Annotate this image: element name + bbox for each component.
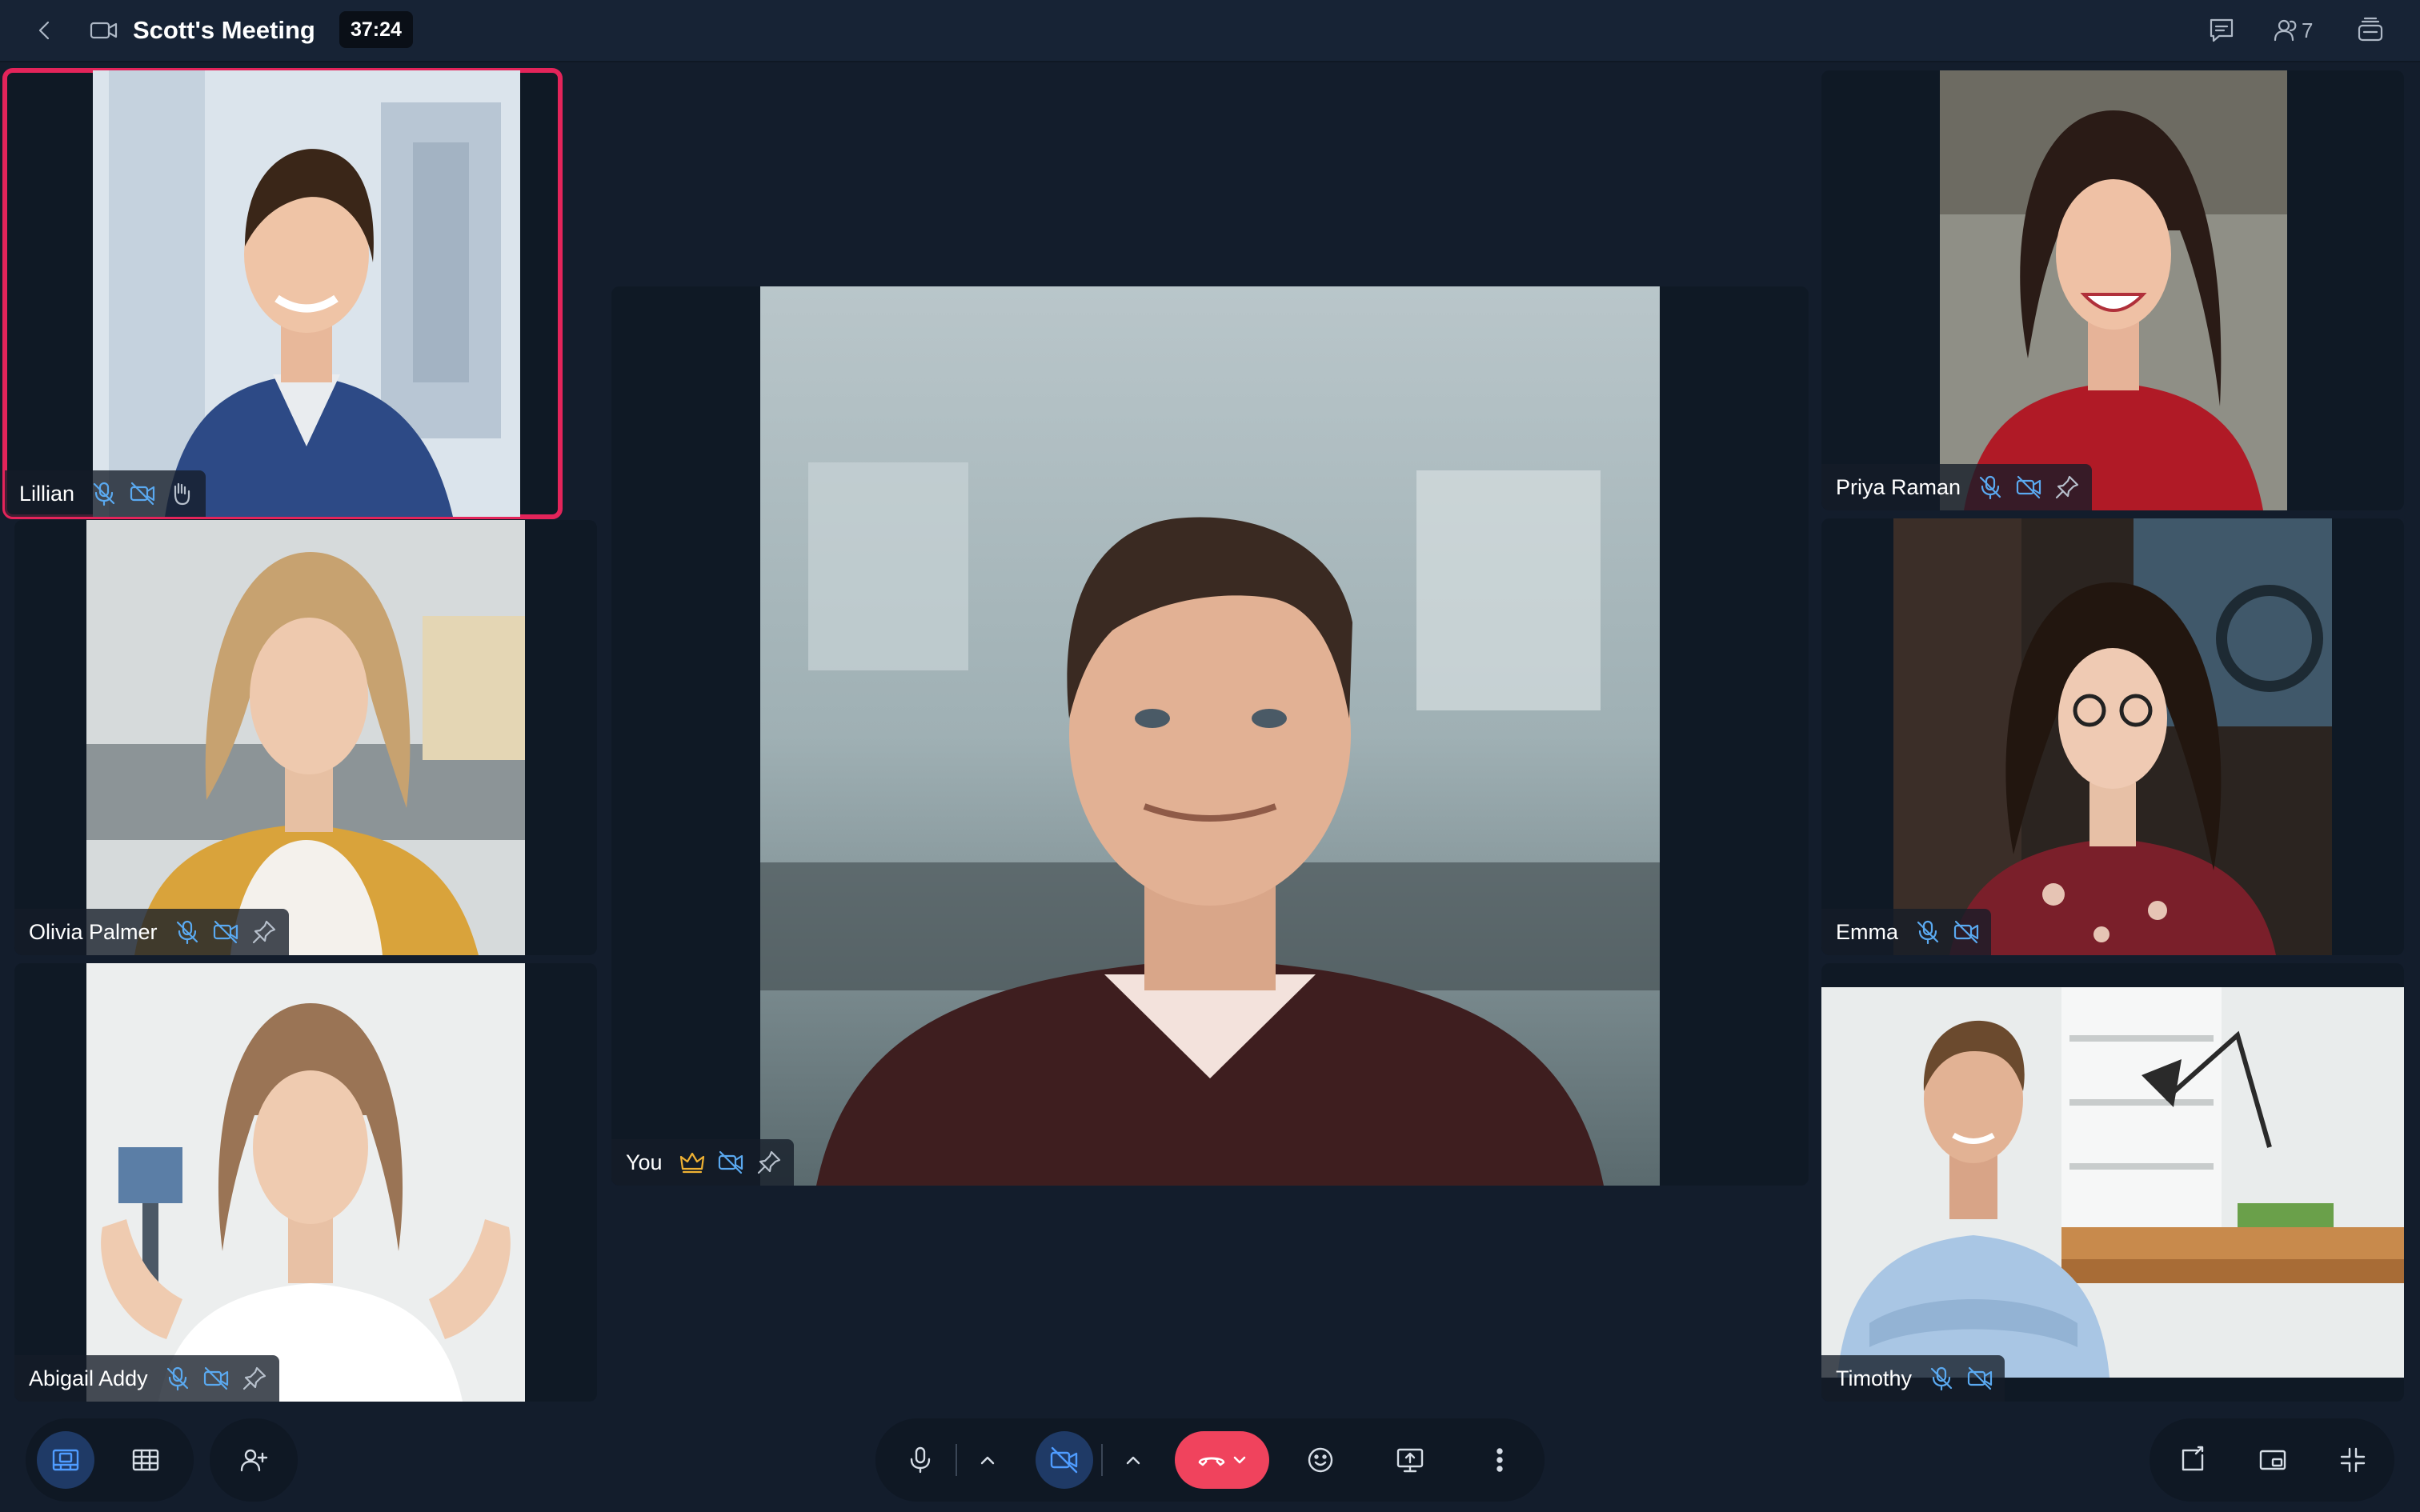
end-call-button[interactable] — [1175, 1431, 1269, 1489]
layers-icon — [2358, 17, 2383, 42]
participant-name: You — [626, 1150, 663, 1174]
participant-video — [1821, 987, 2404, 1378]
view-controls — [26, 1418, 194, 1502]
meeting-controls-bar — [0, 1408, 2420, 1512]
back-button[interactable] — [29, 14, 61, 46]
video-off-icon — [717, 1149, 744, 1176]
video-off-icon — [212, 918, 239, 946]
mic-muted-icon — [164, 1365, 191, 1392]
crown-icon — [679, 1149, 706, 1176]
microphone-button[interactable] — [891, 1431, 949, 1489]
meeting-header: Scott's Meeting 37:24 7 — [0, 0, 2420, 62]
participant-nameplate: Priya Raman — [1821, 464, 2093, 510]
end-call-icon — [1198, 1457, 1225, 1466]
pop-out-icon — [2182, 1446, 2204, 1471]
participant-tile-priya-raman[interactable]: Priya Raman — [1821, 70, 2404, 510]
mic-muted-icon — [90, 480, 118, 507]
participant-nameplate: Emma — [1821, 909, 1992, 955]
chevron-left-icon — [38, 21, 50, 40]
end-call-options-chevron-icon — [1233, 1456, 1246, 1464]
video-off-icon — [1966, 1365, 1993, 1392]
participant-tile-lillian[interactable]: Lillian — [2, 68, 563, 519]
participant-video — [1940, 70, 2287, 510]
mic-muted-icon — [1977, 474, 2004, 501]
video-camera-icon — [88, 16, 120, 45]
layers-button[interactable] — [2354, 14, 2386, 46]
mic-muted-icon — [174, 918, 201, 946]
video-off-icon — [2015, 474, 2042, 501]
more-options-button[interactable] — [1471, 1431, 1529, 1489]
add-participant-icon — [240, 1449, 268, 1472]
pin-icon[interactable] — [755, 1149, 783, 1176]
participant-video — [1893, 518, 2332, 955]
participant-nameplate: Olivia Palmer — [14, 909, 289, 955]
participant-tile-olivia-palmer[interactable]: Olivia Palmer — [14, 520, 597, 955]
divider — [956, 1444, 957, 1476]
participant-nameplate: Abigail Addy — [14, 1355, 279, 1402]
participant-name: Timothy — [1836, 1366, 1913, 1390]
video-off-icon — [129, 480, 156, 507]
participant-tile-timothy[interactable]: Timothy — [1821, 963, 2404, 1402]
video-toggle-button[interactable] — [1036, 1431, 1093, 1489]
reactions-icon — [1308, 1447, 1333, 1473]
participant-video — [93, 70, 520, 517]
video-off-icon — [202, 1365, 230, 1392]
participant-name: Olivia Palmer — [29, 919, 158, 944]
add-participant-button[interactable] — [225, 1431, 282, 1489]
raised-hand-icon — [167, 480, 194, 507]
picture-in-picture-icon — [2259, 1450, 2286, 1470]
speaker-view-icon — [52, 1449, 79, 1471]
participant-count: 7 — [2302, 18, 2314, 42]
participant-video — [86, 520, 525, 955]
meeting-timer: 37:24 — [339, 11, 413, 48]
reactions-button[interactable] — [1292, 1431, 1349, 1489]
participant-tile-abigail-addy[interactable]: Abigail Addy — [14, 963, 597, 1402]
chat-button[interactable] — [2206, 14, 2238, 46]
speaker-view-button[interactable] — [37, 1431, 94, 1489]
pin-icon[interactable] — [241, 1365, 268, 1392]
picture-in-picture-button[interactable] — [2244, 1431, 2302, 1489]
share-screen-button[interactable] — [1381, 1431, 1439, 1489]
mic-muted-icon — [1914, 918, 1941, 946]
participant-tile-emma[interactable]: Emma — [1821, 518, 2404, 955]
minimize-button[interactable] — [2324, 1431, 2382, 1489]
video-options-chevron-icon — [1126, 1456, 1140, 1465]
meeting-title: Scott's Meeting — [133, 16, 315, 44]
participant-nameplate: Lillian — [5, 470, 206, 517]
pin-icon[interactable] — [2053, 474, 2081, 501]
participant-video — [86, 963, 525, 1402]
participant-nameplate: Timothy — [1821, 1355, 2005, 1402]
minimize-icon — [2340, 1447, 2366, 1473]
share-screen-icon — [1396, 1448, 1424, 1473]
add-participant-group — [210, 1418, 298, 1502]
chat-icon — [2210, 18, 2234, 42]
mic-muted-icon — [1928, 1365, 1955, 1392]
window-controls — [2150, 1418, 2394, 1502]
video-options-button[interactable] — [1104, 1431, 1162, 1489]
participant-name: Priya Raman — [1836, 474, 1961, 499]
mic-options-chevron-icon — [980, 1456, 995, 1465]
grid-view-button[interactable] — [117, 1431, 174, 1489]
participant-tile-you[interactable]: You — [611, 286, 1809, 1186]
pin-icon[interactable] — [250, 918, 278, 946]
participant-name: Emma — [1836, 919, 1899, 944]
mic-options-button[interactable] — [959, 1431, 1016, 1489]
video-off-icon — [1050, 1446, 1078, 1474]
divider — [1101, 1444, 1103, 1476]
video-off-icon — [1953, 918, 1980, 946]
grid-view-icon — [132, 1449, 159, 1471]
call-controls — [875, 1418, 1545, 1502]
participant-nameplate: You — [611, 1139, 794, 1186]
microphone-icon — [910, 1446, 931, 1474]
participant-name: Lillian — [19, 481, 75, 506]
pop-out-button[interactable] — [2164, 1431, 2222, 1489]
participant-video — [760, 286, 1660, 1186]
participant-name: Abigail Addy — [29, 1366, 148, 1390]
meeting-window: Scott's Meeting 37:24 7 Lillian Olivia P… — [0, 0, 2420, 1512]
more-options-icon — [1496, 1448, 1503, 1472]
